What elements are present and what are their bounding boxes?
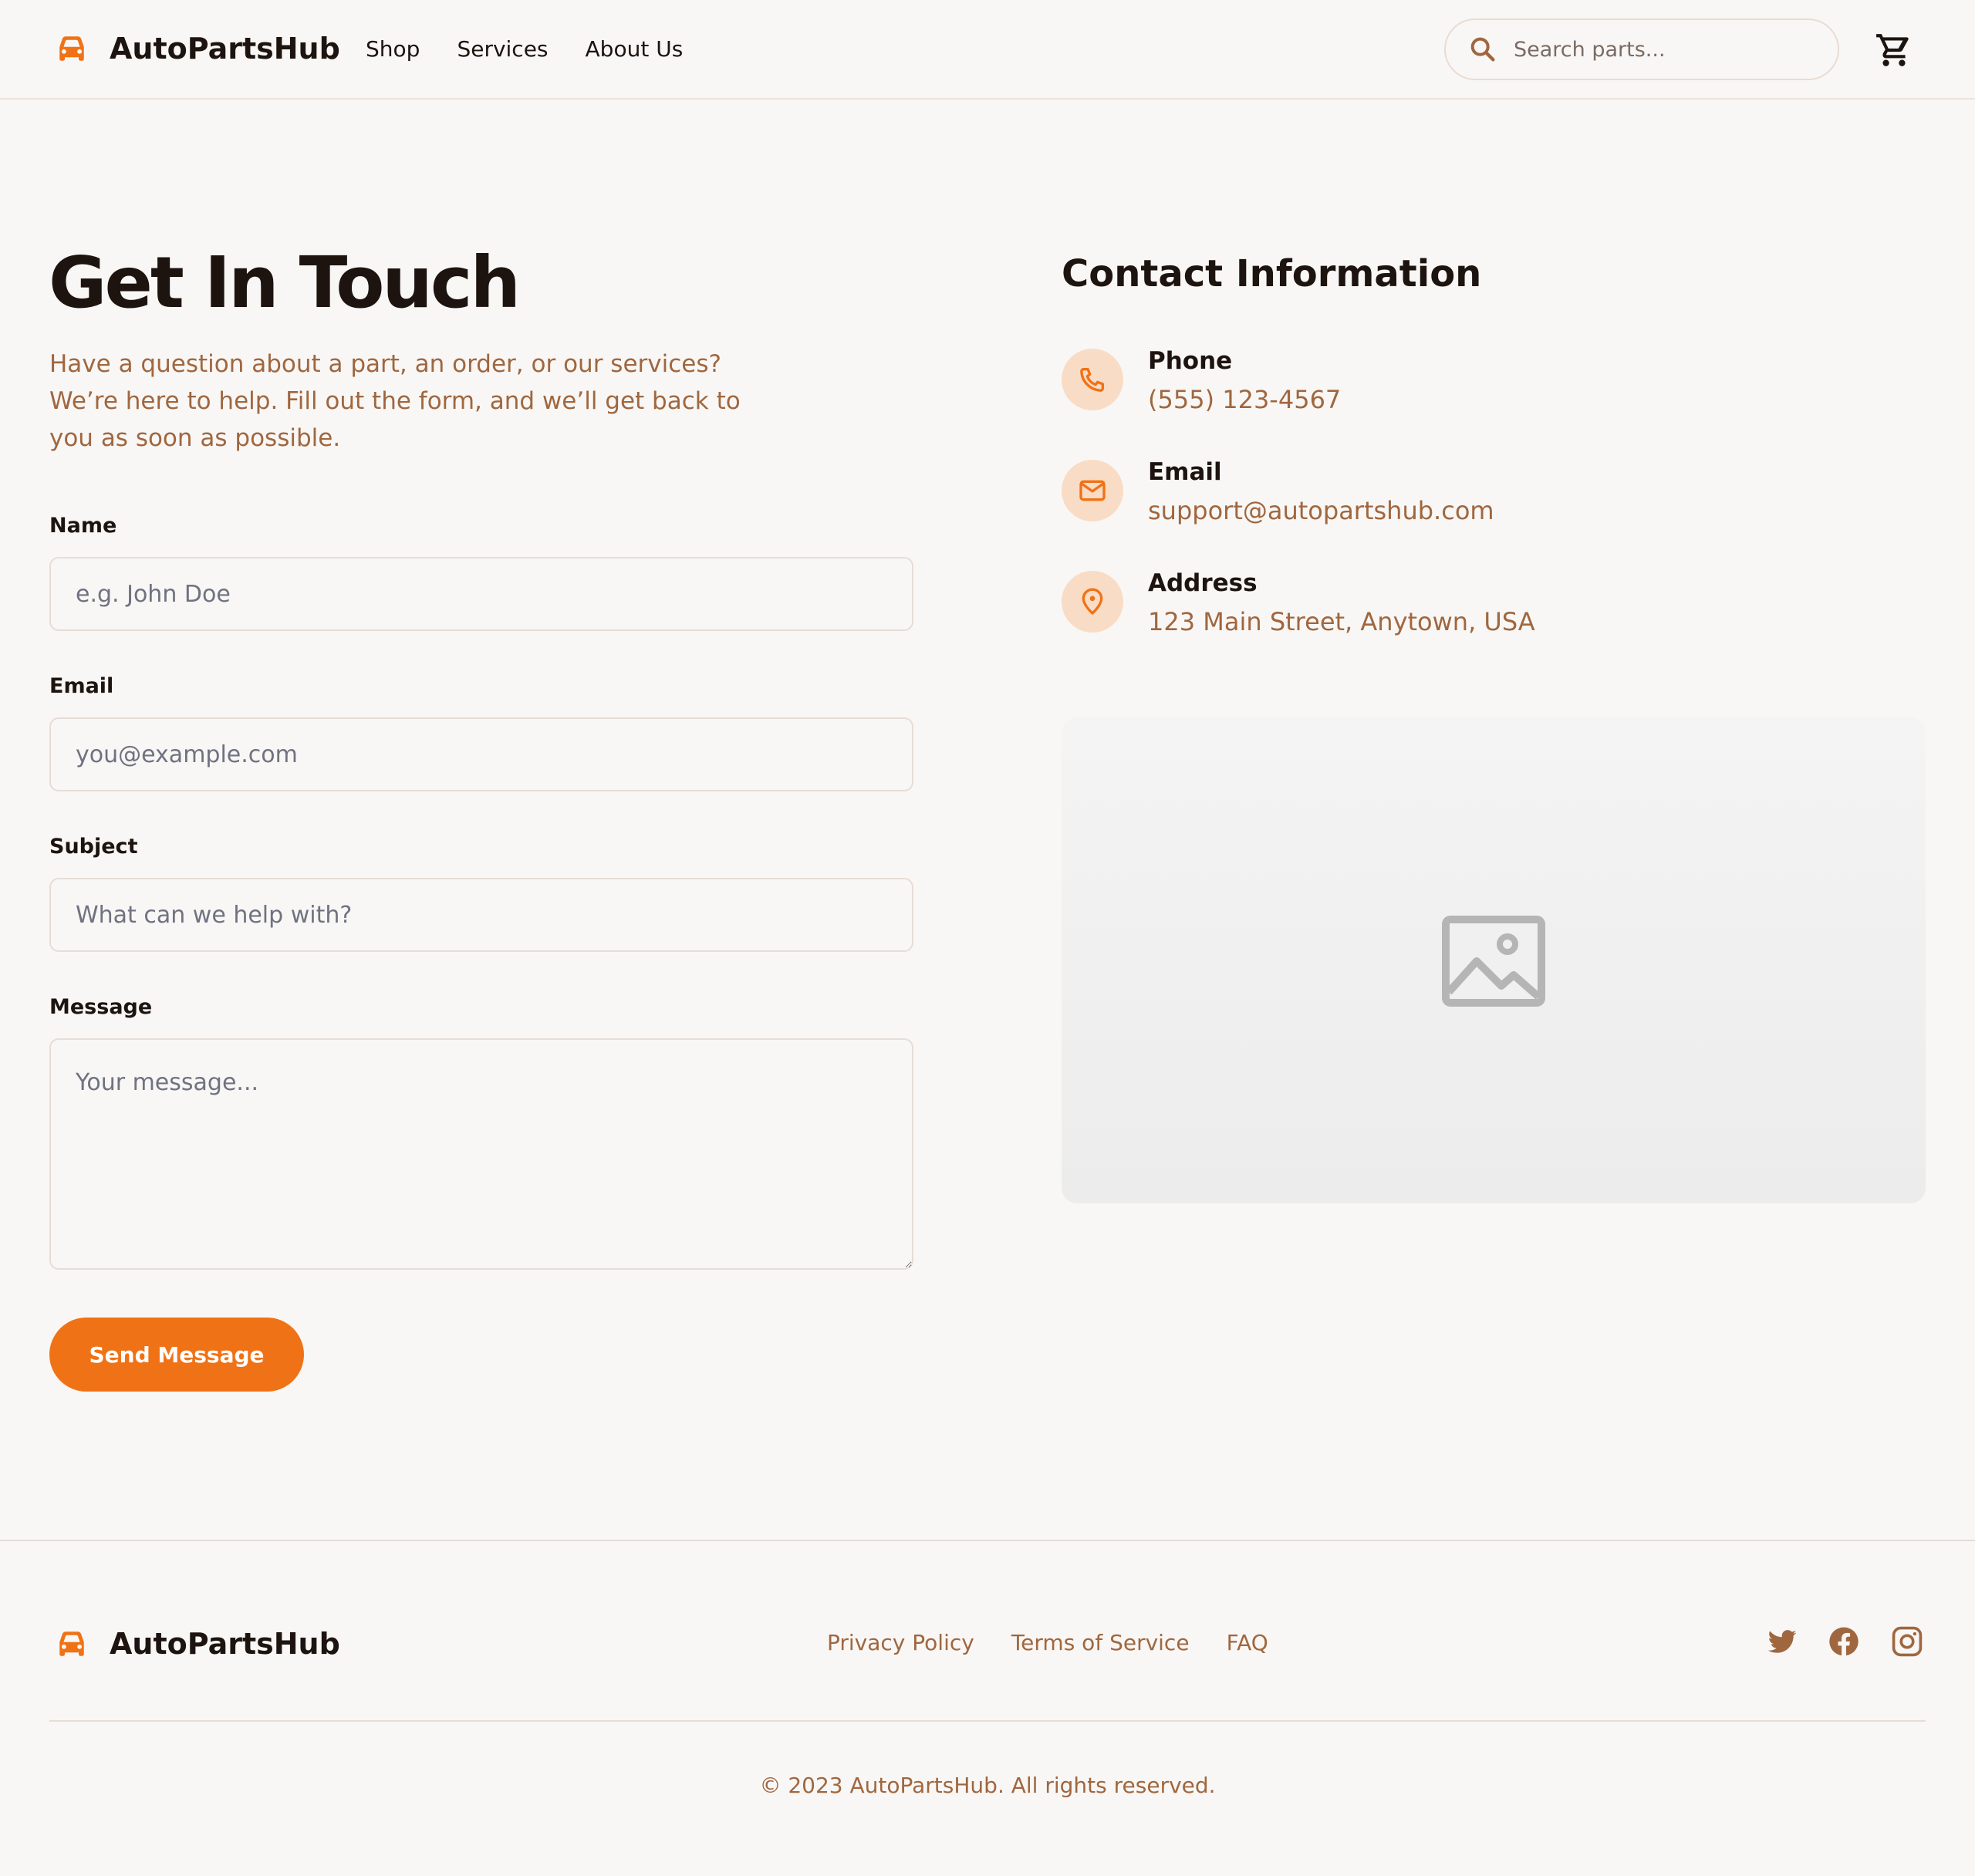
mail-icon: [1079, 480, 1106, 501]
subject-field[interactable]: [49, 878, 913, 952]
email-info-value[interactable]: support@autopartshub.com: [1148, 492, 1494, 529]
page-title: Get In Touch: [49, 241, 521, 324]
car-icon: [59, 36, 84, 61]
map-image-placeholder: [1062, 717, 1926, 1203]
copyright-text: © 2023 AutoPartsHub. All rights reserved…: [759, 1773, 1216, 1798]
email-info-label: Email: [1148, 458, 1222, 486]
footer-link-faq[interactable]: FAQ: [1227, 1628, 1268, 1658]
message-label: Message: [49, 995, 153, 1019]
map-pin-icon: [1082, 588, 1103, 615]
email-field[interactable]: [49, 717, 913, 791]
address-value: 123 Main Street, Anytown, USA: [1148, 607, 1535, 636]
email-label: Email: [49, 674, 114, 698]
phone-icon: [1080, 368, 1104, 392]
phone-value[interactable]: (555) 123-4567: [1148, 381, 1341, 418]
facebook-link[interactable]: [1827, 1625, 1861, 1658]
footer-divider: [49, 1720, 1926, 1722]
subject-label: Subject: [49, 835, 138, 859]
map-pin-icon-badge: [1062, 571, 1123, 633]
footer-brand-name: AutoPartsHub: [110, 1627, 340, 1661]
car-icon: [59, 1631, 84, 1656]
search-input[interactable]: [1512, 36, 1821, 62]
search-bar[interactable]: [1444, 19, 1839, 80]
brand-name: AutoPartsHub: [110, 32, 340, 66]
name-field[interactable]: [49, 557, 913, 631]
footer-divider-top: [0, 1540, 1975, 1541]
contact-item-phone: Phone (555) 123-4567: [1062, 347, 1833, 424]
nav-item-about-us[interactable]: About Us: [586, 34, 684, 65]
footer-links: Privacy Policy Terms of Service FAQ: [827, 1628, 1305, 1658]
facebook-icon: [1829, 1627, 1859, 1656]
footer-logo[interactable]: AutoPartsHub: [51, 1623, 340, 1665]
main-nav: Shop Services About Us: [366, 34, 720, 65]
footer-link-privacy-policy[interactable]: Privacy Policy: [827, 1628, 974, 1658]
address-label: Address: [1148, 569, 1258, 597]
contact-item-email: Email support@autopartshub.com: [1062, 458, 1833, 535]
contact-item-address: Address 123 Main Street, Anytown, USA: [1062, 569, 1833, 646]
footer-link-terms-of-service[interactable]: Terms of Service: [1011, 1628, 1190, 1658]
site-header: AutoPartsHub Shop Services About Us: [0, 0, 1975, 100]
twitter-icon: [1767, 1630, 1797, 1653]
message-field[interactable]: [49, 1038, 913, 1270]
instagram-link[interactable]: [1890, 1625, 1924, 1658]
mail-icon-badge: [1062, 460, 1123, 521]
phone-label: Phone: [1148, 347, 1233, 375]
search-icon: [1470, 37, 1495, 62]
image-placeholder-icon: [1442, 916, 1545, 1007]
nav-item-services[interactable]: Services: [457, 34, 548, 65]
contact-info-title: Contact Information: [1062, 252, 1482, 295]
send-message-button[interactable]: Send Message: [49, 1318, 304, 1392]
intro-text: Have a question about a part, an order, …: [49, 350, 741, 452]
instagram-icon: [1892, 1626, 1923, 1657]
phone-icon-badge: [1062, 349, 1123, 410]
name-label: Name: [49, 514, 117, 538]
nav-item-shop[interactable]: Shop: [366, 34, 420, 65]
cart-icon[interactable]: [1875, 31, 1913, 69]
twitter-link[interactable]: [1765, 1625, 1799, 1658]
header-logo[interactable]: AutoPartsHub: [51, 28, 340, 69]
